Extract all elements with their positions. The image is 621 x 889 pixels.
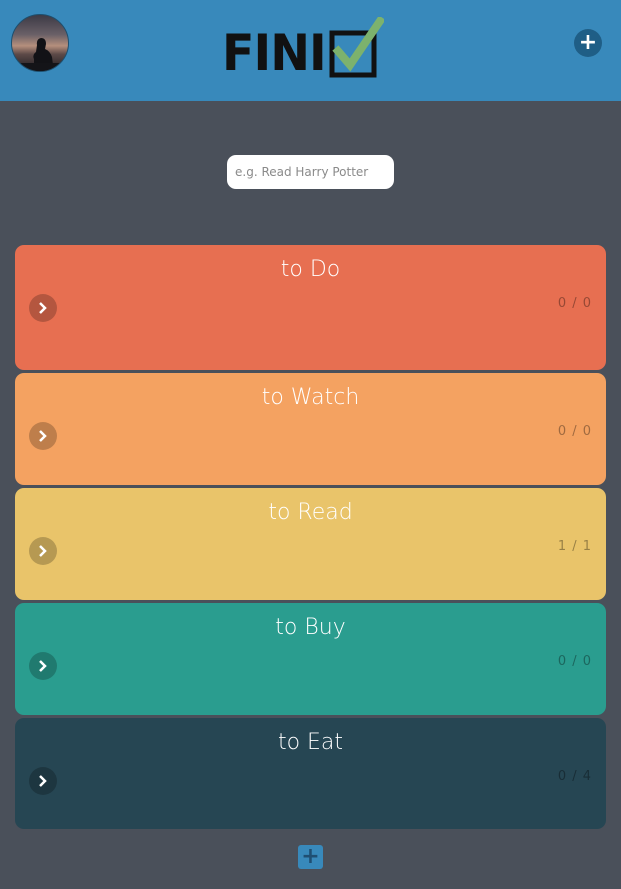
chevron-right-icon [39, 302, 47, 314]
add-list-button[interactable]: + [574, 29, 602, 57]
new-item-input[interactable] [227, 155, 394, 189]
chevron-right-icon [39, 545, 47, 557]
list-title: to Read [268, 500, 353, 525]
add-new-list-button[interactable]: + [298, 845, 323, 869]
list-title: to Watch [261, 385, 360, 410]
list-progress-count: 0 / 4 [557, 769, 592, 784]
list-title: to Do [280, 257, 341, 282]
list-progress-count: 1 / 1 [557, 539, 592, 554]
list-progress-count: 0 / 0 [557, 654, 592, 669]
list-progress-count: 0 / 0 [557, 296, 592, 311]
chevron-right-icon [39, 660, 47, 672]
app-header: FINI + [0, 0, 621, 101]
list-card-to-buy[interactable]: to Buy 0 / 0 [15, 603, 606, 715]
app-logo: FINI [222, 17, 384, 82]
logo-text: FINI [222, 24, 327, 82]
list-card-to-eat[interactable]: to Eat 0 / 4 [15, 718, 606, 829]
chevron-right-icon [39, 430, 47, 442]
avatar-silhouette-icon [12, 38, 68, 71]
list-card-to-read[interactable]: to Read 1 / 1 [15, 488, 606, 600]
list-card-to-watch[interactable]: to Watch 0 / 0 [15, 373, 606, 485]
list-title: to Eat [277, 730, 344, 755]
chevron-right-icon [39, 775, 47, 787]
list-card-to-do[interactable]: to Do 0 / 0 [15, 245, 606, 370]
user-avatar[interactable] [11, 14, 69, 72]
open-list-button[interactable] [29, 294, 57, 322]
open-list-button[interactable] [29, 652, 57, 680]
open-list-button[interactable] [29, 537, 57, 565]
open-list-button[interactable] [29, 422, 57, 450]
open-list-button[interactable] [29, 767, 57, 795]
logo-checkbox-icon [329, 17, 384, 78]
list-title: to Buy [275, 615, 346, 640]
list-progress-count: 0 / 0 [557, 424, 592, 439]
